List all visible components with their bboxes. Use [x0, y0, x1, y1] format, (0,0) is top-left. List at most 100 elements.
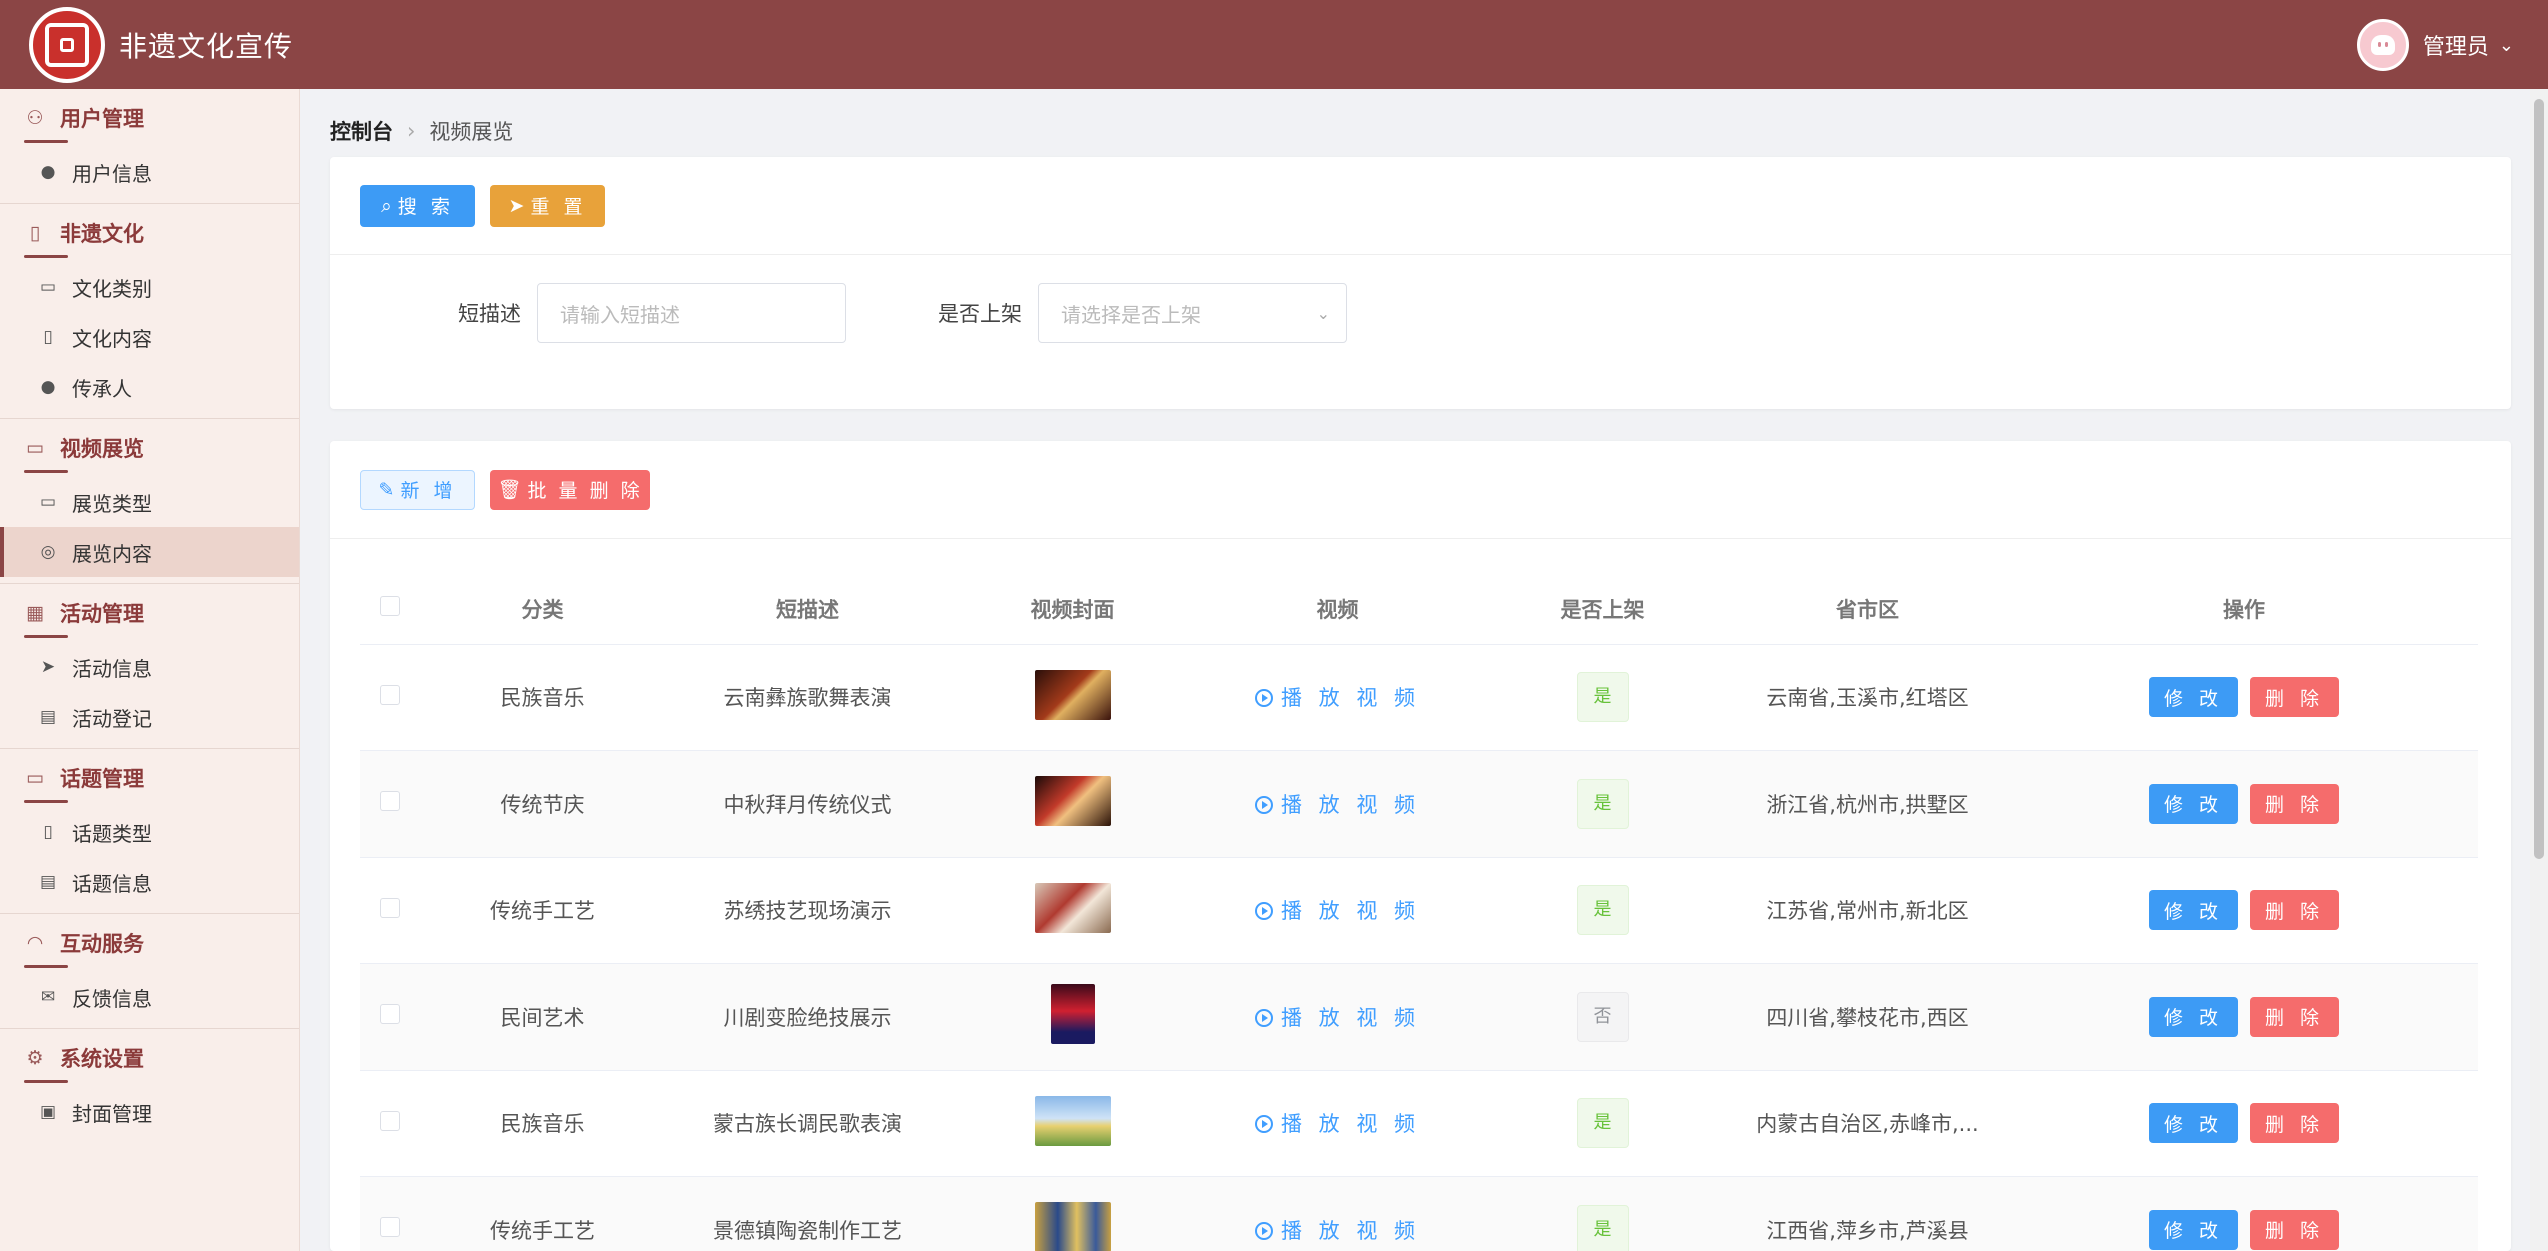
play-video-link[interactable]: 播 放 视 频 — [1254, 686, 1420, 710]
sidebar-item-topic-type[interactable]: ▯ 话题类型 — [0, 807, 299, 857]
cover-thumbnail[interactable] — [1034, 882, 1111, 933]
avatar[interactable] — [2356, 19, 2409, 71]
top-header: 非遗文化宣传 管理员 ⌄ — [0, 0, 2548, 89]
row-checkbox[interactable] — [380, 1004, 400, 1025]
status-badge: 是 — [1576, 1204, 1629, 1251]
menu-group-topic: ▭ 话题管理 ▯ 话题类型 ▤ 话题信息 — [0, 749, 299, 914]
menu-head-heritage[interactable]: ▯ 非遗文化 — [0, 204, 299, 262]
table-row: 传统节庆 中秋拜月传统仪式 播 放 视 频 是 浙江省,杭州市,拱墅区 修 改删… — [360, 750, 2478, 858]
chat-icon: ▭ — [26, 767, 44, 789]
add-button[interactable]: ✎ 新 增 — [360, 469, 475, 510]
play-video-link[interactable]: 播 放 视 频 — [1254, 793, 1420, 817]
menu-head-topic[interactable]: ▭ 话题管理 — [0, 749, 299, 807]
edit-button[interactable]: 修 改 — [2149, 890, 2238, 931]
select-all-checkbox[interactable] — [380, 596, 400, 617]
chevron-down-icon[interactable]: ⌄ — [2499, 35, 2514, 56]
chevron-right-icon: › — [407, 119, 416, 143]
search-icon: ⌕ — [381, 194, 392, 217]
sidebar-item-exhibit-type[interactable]: ▭ 展览类型 — [0, 477, 299, 527]
edit-button[interactable]: 修 改 — [2149, 783, 2238, 824]
cell-desc: 苏绣技艺现场演示 — [665, 857, 950, 964]
col-desc: 短描述 — [665, 574, 950, 645]
edit-button[interactable]: 修 改 — [2149, 1209, 2238, 1250]
gear-icon: ⚙ — [26, 1047, 44, 1069]
folder-open-icon: ▭ — [39, 492, 57, 512]
cover-thumbnail[interactable] — [1034, 776, 1111, 827]
menu-head-settings[interactable]: ⚙ 系统设置 — [0, 1029, 299, 1087]
sidebar-item-culture-category[interactable]: ▭ 文化类别 — [0, 262, 299, 312]
sidebar-item-cover[interactable]: ▣ 封面管理 — [0, 1087, 299, 1137]
col-category: 分类 — [420, 574, 665, 645]
play-video-link[interactable]: 播 放 视 频 — [1254, 1219, 1420, 1243]
page-scrollbar[interactable] — [2530, 89, 2548, 1251]
play-circle-icon — [1254, 795, 1273, 814]
row-checkbox[interactable] — [380, 684, 400, 705]
delete-button[interactable]: 删 除 — [2250, 1103, 2339, 1144]
cell-category: 传统手工艺 — [420, 1176, 665, 1251]
menu-head-service[interactable]: ◠ 互动服务 — [0, 914, 299, 972]
play-video-link[interactable]: 播 放 视 频 — [1254, 1112, 1420, 1136]
cell-desc: 川剧变脸绝技展示 — [665, 963, 950, 1071]
cover-thumbnail[interactable] — [1034, 669, 1111, 720]
cell-desc: 云南彝族歌舞表演 — [665, 644, 950, 751]
play-video-link[interactable]: 播 放 视 频 — [1254, 899, 1420, 923]
delete-button[interactable]: 删 除 — [2250, 890, 2339, 931]
user-icon: ⚇ — [26, 107, 44, 129]
sidebar-item-activity-info[interactable]: ➤ 活动信息 — [0, 642, 299, 692]
delete-button[interactable]: 删 除 — [2250, 783, 2339, 824]
scrollbar-thumb[interactable] — [2534, 99, 2544, 859]
cell-region: 四川省,攀枝花市,西区 — [1725, 963, 2010, 1071]
video-table: 分类 短描述 视频封面 视频 是否上架 省市区 操作 民族音乐 云南彝族歌舞表演… — [360, 574, 2478, 1251]
desc-label: 短描述 — [458, 302, 521, 326]
delete-button[interactable]: 删 除 — [2250, 1209, 2339, 1250]
sidebar-item-inheritor[interactable]: ● 传承人 — [0, 362, 299, 412]
delete-button[interactable]: 删 除 — [2250, 677, 2339, 718]
sidebar-item-topic-info[interactable]: ▤ 话题信息 — [0, 857, 299, 907]
cover-thumbnail[interactable] — [1050, 984, 1095, 1045]
user-name[interactable]: 管理员 — [2423, 29, 2489, 61]
row-checkbox[interactable] — [380, 1110, 400, 1131]
edit-button[interactable]: 修 改 — [2149, 677, 2238, 718]
listed-label: 是否上架 — [938, 302, 1022, 326]
cover-thumbnail[interactable] — [1034, 1095, 1111, 1146]
cover-thumbnail[interactable] — [1034, 1202, 1111, 1251]
sidebar-item-culture-content[interactable]: ▯ 文化内容 — [0, 312, 299, 362]
user-menu[interactable]: 管理员 ⌄ — [2356, 19, 2514, 71]
menu-head-video[interactable]: ▭ 视频展览 — [0, 419, 299, 477]
menu-head-user[interactable]: ⚇ 用户管理 — [0, 89, 299, 147]
cell-category: 传统手工艺 — [420, 857, 665, 964]
play-video-link[interactable]: 播 放 视 频 — [1254, 1006, 1420, 1030]
col-listed: 是否上架 — [1480, 574, 1725, 645]
cell-category: 民族音乐 — [420, 644, 665, 751]
row-checkbox[interactable] — [380, 897, 400, 918]
play-circle-icon — [1254, 1115, 1273, 1134]
cell-category: 民族音乐 — [420, 1070, 665, 1177]
menu-group-heritage: ▯ 非遗文化 ▭ 文化类别 ▯ 文化内容 ● 传承人 — [0, 204, 299, 419]
edit-button[interactable]: 修 改 — [2149, 1103, 2238, 1144]
sidebar-item-feedback[interactable]: ✉ 反馈信息 — [0, 972, 299, 1022]
menu-group-service: ◠ 互动服务 ✉ 反馈信息 — [0, 914, 299, 1029]
sidebar-item-activity-register[interactable]: ▤ 活动登记 — [0, 692, 299, 742]
play-circle-icon — [1254, 902, 1273, 921]
play-circle-icon — [1254, 1008, 1273, 1027]
sidebar-item-user-info[interactable]: ● 用户信息 — [0, 147, 299, 197]
row-checkbox[interactable] — [380, 791, 400, 812]
edit-button[interactable]: 修 改 — [2149, 996, 2238, 1037]
trash-icon: 🗑 — [497, 479, 522, 501]
search-button[interactable]: ⌕ 搜 索 — [360, 184, 475, 227]
reset-button[interactable]: ➤ 重 置 — [490, 184, 605, 227]
row-checkbox[interactable] — [380, 1217, 400, 1238]
desc-input[interactable]: 请输入短描述 — [537, 283, 846, 343]
listed-select[interactable]: 请选择是否上架 ⌄ — [1038, 283, 1347, 343]
status-badge: 否 — [1576, 991, 1629, 1042]
status-badge: 是 — [1576, 778, 1629, 829]
menu-head-activity[interactable]: ▦ 活动管理 — [0, 584, 299, 642]
cell-category: 民间艺术 — [420, 963, 665, 1071]
col-cover: 视频封面 — [950, 574, 1195, 645]
batch-delete-button[interactable]: 🗑 批 量 删 除 — [490, 469, 650, 510]
breadcrumb-home[interactable]: 控制台 — [330, 116, 393, 146]
folder-icon: ▭ — [39, 277, 57, 297]
send-icon: ➤ — [40, 657, 56, 677]
sidebar-item-exhibit-content[interactable]: ◎ 展览内容 — [0, 527, 299, 577]
delete-button[interactable]: 删 除 — [2250, 996, 2339, 1037]
